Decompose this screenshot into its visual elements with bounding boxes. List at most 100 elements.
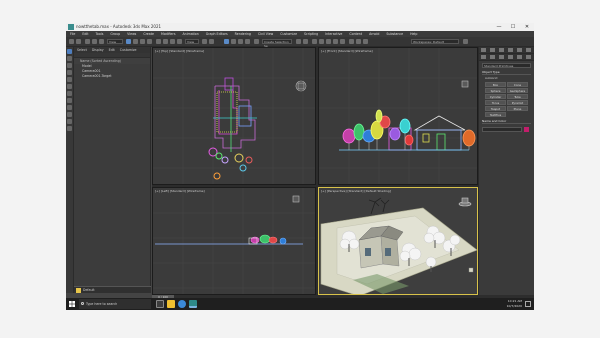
geometry-filter-icon[interactable] [67, 63, 72, 68]
name-and-color-rollout-title[interactable]: Name and Color [482, 119, 531, 124]
taskbar-search-box[interactable]: Type here to search [79, 299, 151, 309]
geometry-category-icon[interactable] [481, 55, 486, 59]
angle-snap-icon[interactable] [231, 39, 236, 44]
link-icon[interactable] [85, 39, 90, 44]
rotate-icon[interactable] [163, 39, 168, 44]
cylinder-button[interactable]: Cylinder [485, 94, 506, 99]
spinner-snap-icon[interactable] [245, 39, 250, 44]
create-tab-icon[interactable] [481, 48, 486, 52]
rendered-frame-window-icon[interactable] [356, 39, 361, 44]
sphere-button[interactable]: Sphere [485, 88, 506, 93]
shapes-filter-icon[interactable] [67, 70, 72, 75]
redo-icon[interactable] [76, 39, 81, 44]
task-view-icon[interactable] [156, 300, 164, 308]
viewport-left[interactable]: [+] [Left] [Standard] [Wireframe] [152, 187, 316, 295]
project-folder-icon[interactable] [463, 39, 468, 44]
box-button[interactable]: Box [485, 82, 506, 87]
material-editor-icon[interactable] [340, 39, 345, 44]
select-by-name-icon[interactable] [133, 39, 138, 44]
helpers-category-icon[interactable] [516, 55, 522, 59]
xrefs-filter-icon[interactable] [67, 112, 72, 117]
minimize-button[interactable]: — [492, 23, 506, 31]
curve-editor-icon[interactable] [326, 39, 331, 44]
maximize-button[interactable]: ☐ [506, 23, 520, 31]
lights-category-icon[interactable] [498, 55, 504, 59]
space-warps-filter-icon[interactable] [67, 98, 72, 103]
pivot-center-icon[interactable] [202, 39, 207, 44]
schematic-view-icon[interactable] [333, 39, 338, 44]
named-selection-sets-dropdown[interactable]: Create Selection Se [262, 39, 292, 48]
torus-button[interactable]: Torus [485, 100, 506, 105]
pyramid-button[interactable]: Pyramid [507, 100, 528, 105]
window-crossing-icon[interactable] [147, 39, 152, 44]
display-tab-icon[interactable] [516, 48, 522, 52]
3dsmax-taskbar-icon[interactable] [189, 300, 197, 308]
cameras-filter-icon[interactable] [67, 84, 72, 89]
viewport-front-label[interactable]: [+] [Front] [Standard] [Wireframe] [321, 49, 373, 53]
object-category-dropdown[interactable]: Standard Primitives [482, 63, 531, 68]
rectangular-selection-icon[interactable] [140, 39, 145, 44]
move-icon[interactable] [156, 39, 161, 44]
undo-icon[interactable] [69, 39, 74, 44]
modify-tab-icon[interactable] [489, 48, 495, 52]
bones-filter-icon[interactable] [67, 119, 72, 124]
space-warps-category-icon[interactable] [525, 55, 531, 59]
mirror-icon[interactable] [296, 39, 301, 44]
autogrid-checkbox[interactable]: AutoGrid [485, 76, 528, 80]
viewport-perspective-label[interactable]: [+] [Perspective] [Standard] [Default Sh… [321, 189, 391, 193]
windows-start-icon[interactable] [69, 301, 75, 307]
viewport-top[interactable]: [+] [Top] [Standard] [Wireframe] [152, 47, 316, 185]
placement-icon[interactable] [177, 39, 182, 44]
bind-space-warp-icon[interactable] [99, 39, 104, 44]
viewport-front[interactable]: [+] [Front] [Standard] [Wireframe] [318, 47, 478, 185]
geosphere-button[interactable]: GeoSphere [507, 88, 528, 93]
chrome-icon[interactable] [178, 300, 186, 308]
select-manipulate-icon[interactable] [209, 39, 214, 44]
workspaces-dropdown[interactable]: Workspaces: Default [411, 39, 459, 44]
render-setup-icon[interactable] [349, 39, 354, 44]
scene-tab-display[interactable]: Display [92, 47, 104, 53]
snaps-toggle-icon[interactable] [224, 39, 229, 44]
cameras-category-icon[interactable] [507, 55, 513, 59]
motion-tab-icon[interactable] [507, 48, 513, 52]
scene-row-camera-target[interactable]: Camera001.Target [74, 74, 150, 79]
viewport-perspective[interactable]: [+] [Perspective] [Standard] [Default Sh… [318, 187, 478, 295]
render-production-icon[interactable] [363, 39, 368, 44]
plane-button[interactable]: Plane [507, 106, 528, 111]
edit-named-selection-icon[interactable] [254, 39, 259, 44]
scene-tab-select[interactable]: Select [77, 47, 87, 53]
percent-snap-icon[interactable] [238, 39, 243, 44]
scene-explorer-toggle-icon[interactable] [312, 39, 317, 44]
groups-filter-icon[interactable] [67, 105, 72, 110]
close-button[interactable]: ✕ [520, 23, 534, 31]
select-mode-icon[interactable] [67, 49, 72, 54]
select-object-icon[interactable] [126, 39, 131, 44]
tube-button[interactable]: Tube [507, 94, 528, 99]
teapot-button[interactable]: Teapot [485, 106, 506, 111]
align-icon[interactable] [303, 39, 308, 44]
file-explorer-icon[interactable] [167, 300, 175, 308]
layer-selector[interactable]: Default [74, 286, 151, 293]
helpers-filter-icon[interactable] [67, 91, 72, 96]
object-name-field[interactable] [482, 127, 522, 132]
scene-tab-edit[interactable]: Edit [109, 47, 115, 53]
object-color-swatch[interactable] [524, 127, 529, 132]
notifications-icon[interactable] [525, 301, 531, 307]
layer-explorer-icon[interactable] [319, 39, 324, 44]
utilities-tab-icon[interactable] [525, 48, 531, 52]
selection-filter-dropdown[interactable]: View [107, 39, 123, 44]
scene-tab-customize[interactable]: Customize [120, 47, 137, 53]
viewport-left-label[interactable]: [+] [Left] [Standard] [Wireframe] [155, 189, 205, 193]
hierarchy-tab-icon[interactable] [498, 48, 504, 52]
reference-coordinate-dropdown[interactable]: View [185, 39, 199, 44]
unlink-icon[interactable] [92, 39, 97, 44]
lights-filter-icon[interactable] [67, 77, 72, 82]
containers-filter-icon[interactable] [67, 126, 72, 131]
shapes-category-icon[interactable] [489, 55, 495, 59]
scale-icon[interactable] [170, 39, 175, 44]
object-type-rollout-title[interactable]: Object Type [482, 70, 531, 75]
viewport-top-label[interactable]: [+] [Top] [Standard] [Wireframe] [155, 49, 204, 53]
display-none-icon[interactable] [67, 56, 72, 61]
textplus-button[interactable]: TextPlus [485, 112, 506, 117]
cone-button[interactable]: Cone [507, 82, 528, 87]
